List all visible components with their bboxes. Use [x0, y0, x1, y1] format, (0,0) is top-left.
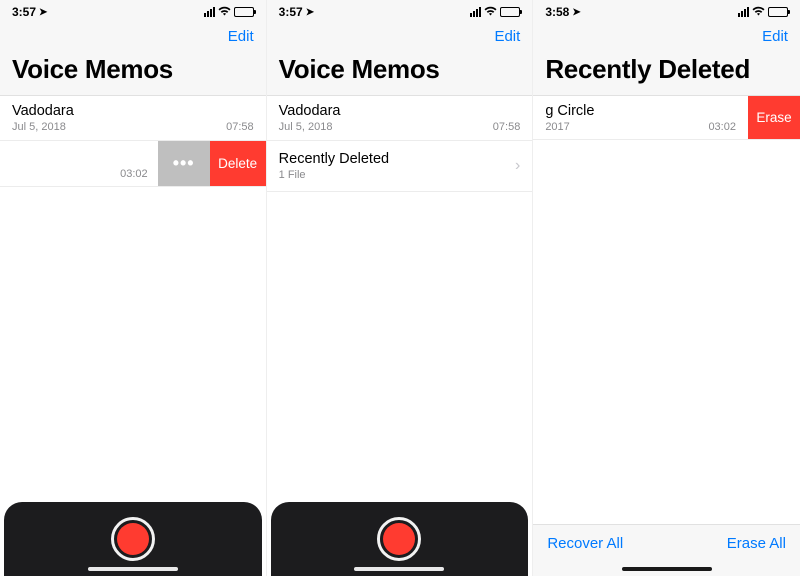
signal-icon: [470, 7, 481, 17]
memo-date: Jul 5, 2018: [279, 121, 333, 133]
memo-row-swiped[interactable]: 03:02 ••• Delete: [0, 141, 266, 187]
edit-button[interactable]: Edit: [494, 28, 520, 45]
memo-row[interactable]: Vadodara Jul 5, 2018 07:58: [0, 96, 266, 141]
recover-all-button[interactable]: Recover All: [547, 535, 623, 552]
page-title: Voice Memos: [279, 54, 521, 85]
battery-icon: [768, 7, 788, 17]
memo-duration: 03:02: [120, 168, 148, 180]
signal-icon: [204, 7, 215, 17]
page-title: Voice Memos: [12, 54, 254, 85]
screen-recently-deleted: 3:58 ➤ Edit Recently Deleted g Circle 20…: [533, 0, 800, 576]
location-icon: ➤: [306, 7, 314, 18]
location-icon: ➤: [572, 7, 580, 18]
record-button[interactable]: [377, 517, 421, 561]
record-bar: [4, 502, 262, 576]
recently-deleted-count: 1 File: [279, 169, 389, 181]
record-icon: [383, 523, 415, 555]
battery-icon: [234, 7, 254, 17]
status-bar: 3:57 ➤: [0, 0, 266, 22]
recently-deleted-row[interactable]: Recently Deleted 1 File ›: [267, 141, 533, 192]
ellipsis-icon: •••: [173, 153, 195, 174]
screen-header: Edit Voice Memos: [267, 22, 533, 96]
memo-duration: 07:58: [493, 121, 521, 133]
recently-deleted-label: Recently Deleted: [279, 151, 389, 167]
screen-voice-memos-swipe: 3:57 ➤ Edit Voice Memos Vadodara Jul 5, …: [0, 0, 267, 576]
memo-name: Vadodara: [12, 103, 254, 119]
status-bar: 3:57 ➤: [267, 0, 533, 22]
erase-button[interactable]: Erase: [748, 96, 800, 139]
more-button[interactable]: •••: [158, 141, 210, 186]
battery-icon: [500, 7, 520, 17]
delete-button[interactable]: Delete: [210, 141, 266, 186]
memo-duration: 07:58: [226, 121, 254, 133]
wifi-icon: [218, 6, 231, 19]
memo-name: Vadodara: [279, 103, 521, 119]
page-title: Recently Deleted: [545, 54, 788, 85]
location-icon: ➤: [39, 7, 47, 18]
status-time: 3:57: [12, 5, 36, 19]
screen-header: Edit Recently Deleted: [533, 22, 800, 96]
signal-icon: [738, 7, 749, 17]
memo-date: Jul 5, 2018: [12, 121, 66, 133]
status-bar: 3:58 ➤: [533, 0, 800, 22]
deleted-memo-row-swiped[interactable]: g Circle 2017 03:02 Erase: [533, 96, 800, 140]
record-icon: [117, 523, 149, 555]
home-indicator[interactable]: [88, 567, 178, 571]
memo-row[interactable]: Vadodara Jul 5, 2018 07:58: [267, 96, 533, 141]
wifi-icon: [752, 6, 765, 19]
home-indicator[interactable]: [622, 567, 712, 571]
wifi-icon: [484, 6, 497, 19]
memo-date: 2017: [545, 121, 569, 133]
memo-duration: 03:02: [708, 121, 736, 133]
memo-name: g Circle: [545, 103, 736, 119]
edit-button[interactable]: Edit: [762, 28, 788, 45]
screen-header: Edit Voice Memos: [0, 22, 266, 96]
delete-label: Delete: [218, 156, 257, 171]
edit-button[interactable]: Edit: [228, 28, 254, 45]
erase-label: Erase: [756, 110, 791, 125]
record-bar: [271, 502, 529, 576]
record-button[interactable]: [111, 517, 155, 561]
status-time: 3:58: [545, 5, 569, 19]
erase-all-button[interactable]: Erase All: [727, 535, 786, 552]
screen-voice-memos-list: 3:57 ➤ Edit Voice Memos Vadodara Jul 5, …: [267, 0, 534, 576]
status-time: 3:57: [279, 5, 303, 19]
home-indicator[interactable]: [354, 567, 444, 571]
chevron-right-icon: ›: [515, 157, 520, 175]
